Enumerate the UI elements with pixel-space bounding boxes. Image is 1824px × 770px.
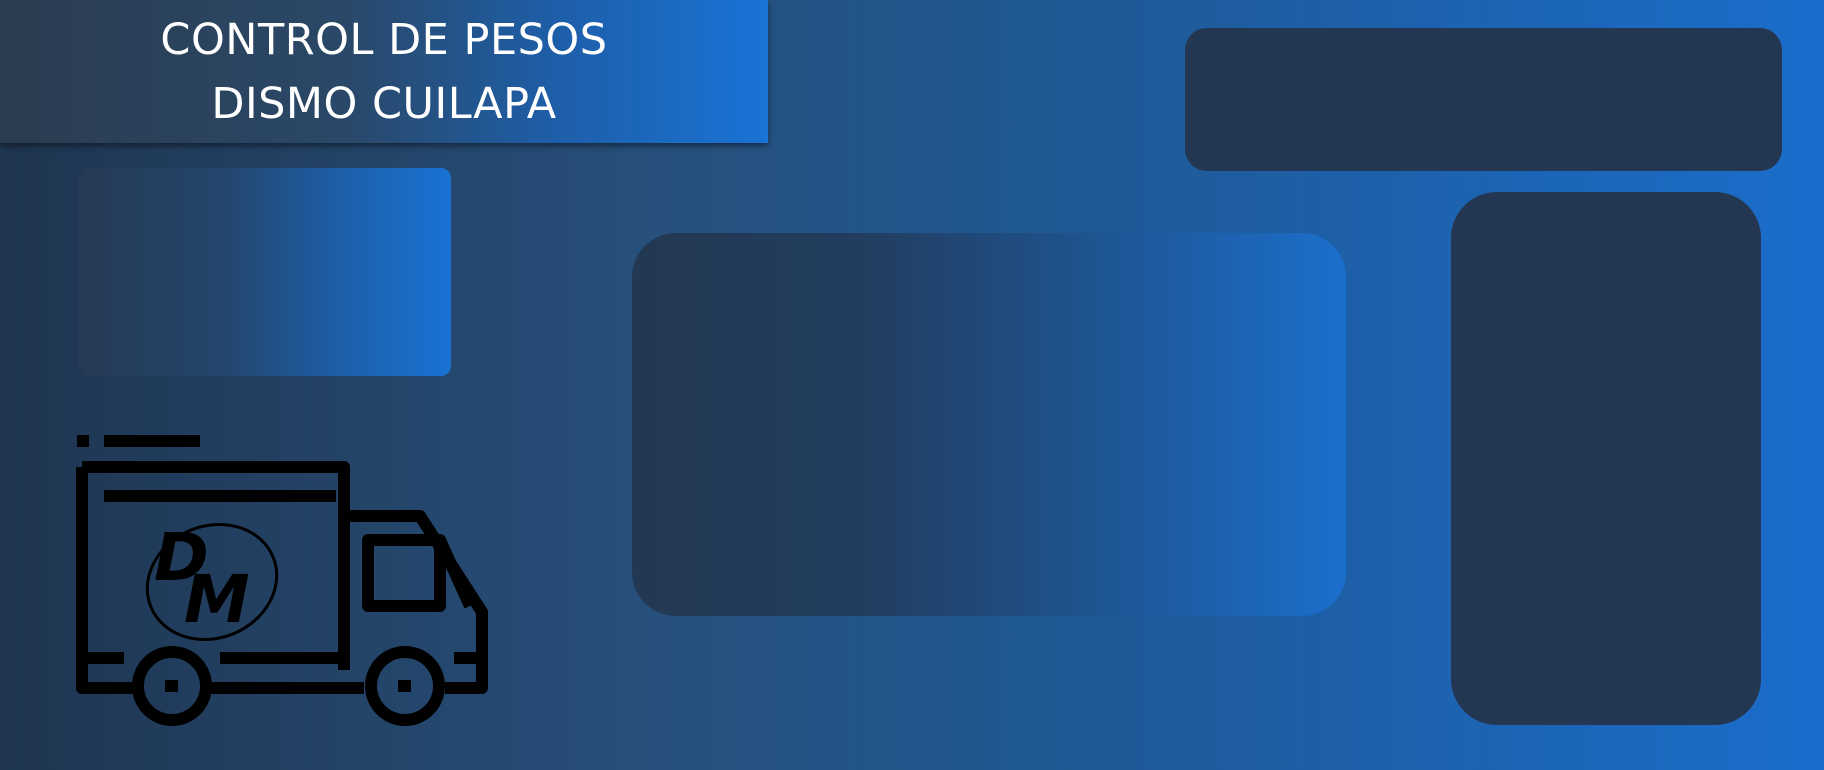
top-right-panel bbox=[1185, 28, 1782, 171]
page-title-line-2: DISMO CUILAPA bbox=[211, 78, 557, 129]
logo-letter-m: M bbox=[184, 561, 250, 638]
center-content-panel bbox=[632, 233, 1346, 616]
delivery-truck-icon: D M bbox=[76, 435, 488, 726]
page-title-line-1: CONTROL DE PESOS bbox=[160, 14, 608, 65]
left-info-panel bbox=[78, 168, 451, 376]
title-banner: CONTROL DE PESOS DISMO CUILAPA bbox=[0, 0, 768, 143]
right-side-panel bbox=[1451, 192, 1761, 725]
